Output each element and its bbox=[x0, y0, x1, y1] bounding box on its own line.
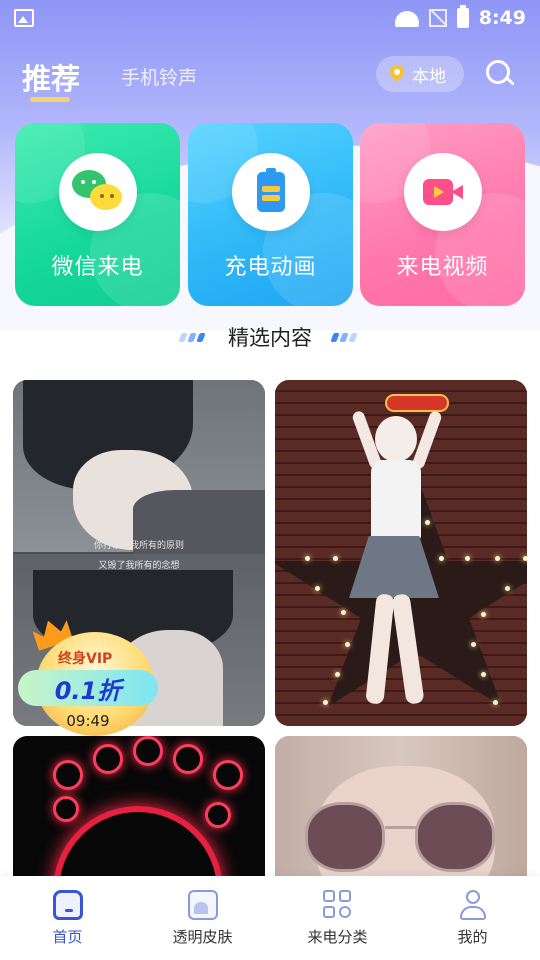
vip-promo-badge[interactable]: 终身VIP 0.1折 09:49 bbox=[16, 612, 158, 736]
tab-ringtone[interactable]: 手机铃声 bbox=[121, 63, 197, 90]
vip-discount: 0.1折 bbox=[18, 670, 158, 706]
video-icon bbox=[422, 177, 463, 207]
nav-profile[interactable]: 我的 bbox=[405, 876, 540, 960]
nav-skin-label: 透明皮肤 bbox=[172, 928, 233, 946]
call-video-card[interactable]: 来电视频 bbox=[360, 123, 525, 306]
nav-profile-label: 我的 bbox=[457, 928, 488, 946]
wifi-icon bbox=[395, 9, 419, 27]
location-button[interactable]: 本地 bbox=[376, 56, 464, 92]
location-label: 本地 bbox=[412, 66, 446, 87]
las-vegas-sign bbox=[385, 394, 449, 412]
no-signal-icon bbox=[428, 9, 447, 27]
profile-icon bbox=[458, 890, 488, 920]
section-title: 精选内容 bbox=[228, 326, 312, 350]
wechat-call-label: 微信来电 bbox=[51, 255, 144, 280]
battery-icon bbox=[256, 168, 285, 212]
content-tile-sunglasses[interactable] bbox=[275, 736, 527, 896]
gallery-icon bbox=[14, 9, 34, 27]
status-bar: 8:49 bbox=[0, 0, 540, 36]
wechat-icon bbox=[71, 170, 124, 214]
call-video-label: 来电视频 bbox=[396, 255, 489, 280]
title-decoration-right bbox=[330, 333, 358, 342]
skin-icon bbox=[187, 890, 218, 920]
category-icon bbox=[322, 890, 353, 920]
vip-countdown: 09:49 bbox=[66, 712, 110, 730]
location-pin-icon bbox=[390, 65, 404, 83]
content-tile-neon-ring[interactable] bbox=[13, 736, 265, 896]
nav-transparent-skin[interactable]: 透明皮肤 bbox=[135, 876, 270, 960]
wechat-call-card[interactable]: 微信来电 bbox=[15, 123, 180, 306]
tab-active-indicator bbox=[30, 97, 70, 102]
battery-status-icon bbox=[456, 5, 469, 28]
search-button[interactable] bbox=[484, 58, 516, 90]
nav-category-label: 来电分类 bbox=[307, 928, 368, 946]
charging-animation-label: 充电动画 bbox=[224, 255, 317, 280]
nav-home[interactable]: 首页 bbox=[0, 876, 135, 960]
tile-caption: 你打破了我所有的原则 bbox=[93, 541, 184, 551]
nav-home-label: 首页 bbox=[52, 928, 83, 946]
nav-call-category[interactable]: 来电分类 bbox=[270, 876, 405, 960]
vip-label: 终身VIP bbox=[58, 651, 113, 667]
charging-animation-card[interactable]: 充电动画 bbox=[188, 123, 353, 306]
tile-caption: 又毁了我所有的念想 bbox=[98, 561, 180, 571]
home-icon bbox=[52, 890, 83, 920]
content-tile-dancer[interactable] bbox=[275, 380, 527, 726]
status-time: 8:49 bbox=[478, 7, 526, 29]
bottom-nav: 首页 透明皮肤 来电分类 我的 bbox=[0, 876, 540, 960]
tab-recommend[interactable]: 推荐 bbox=[22, 56, 80, 98]
